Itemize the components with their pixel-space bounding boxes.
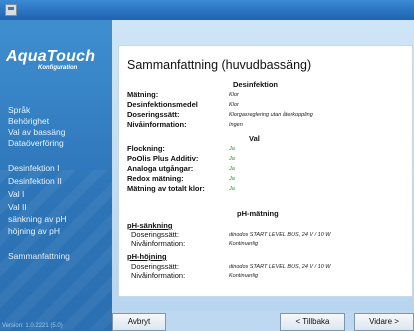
summary-value: Ingen [229, 122, 243, 128]
version-label: Version: 1.0.2221 (5.0) [2, 323, 63, 329]
sidebar-item-val-1[interactable]: Val I [8, 189, 24, 200]
summary-label: Doseringssätt: [131, 230, 179, 239]
summary-label: Doseringssätt: [131, 262, 179, 271]
logo-subtitle: Konfiguration [38, 65, 78, 71]
summary-value: Kontinuerlig [229, 273, 259, 279]
summary-value: Ja [229, 166, 235, 172]
sidebar-item-desinfektion-2[interactable]: Desinfektion II [8, 176, 62, 187]
summary-label: Redox mätning: [127, 174, 184, 183]
logo: AquaTouch Konfiguration [6, 48, 96, 71]
summary-value: Klorgasreglering utan återkoppling [229, 112, 313, 118]
page-title: Sammanfattning (huvudbassäng) [127, 58, 312, 72]
sidebar-item-hojning-ph[interactable]: höjning av pH [8, 226, 60, 237]
back-button[interactable]: < Tillbaka [280, 313, 345, 331]
summary-label: Flockning: [127, 144, 165, 153]
sidebar-item-sprak[interactable]: Språk [8, 105, 30, 116]
cancel-button[interactable]: Avbryt [112, 313, 166, 331]
summary-label: Mätning av totalt klor: [127, 184, 205, 193]
summary-label: Analoga utgångar: [127, 164, 194, 173]
summary-label: Nivåinformation: [131, 271, 186, 280]
logo-text: AquaTouch [6, 48, 96, 65]
summary-value: Ja [229, 156, 235, 162]
subheading-ph-hojning: pH-höjning [127, 252, 167, 261]
summary-label: Nivåinformation: [127, 120, 187, 129]
summary-value: Klor [229, 102, 239, 108]
summary-label: PoOlis Plus Additiv: [127, 154, 199, 163]
next-button[interactable]: Vidare > [354, 313, 414, 331]
summary-value: Ja [229, 186, 235, 192]
summary-value: Ja [229, 176, 235, 182]
summary-value: dinodos START LEVEL BUS, 24 V / 10 W [229, 232, 331, 238]
section-heading-val: Val [249, 134, 260, 143]
summary-panel: Sammanfattning (huvudbassäng) Desinfekti… [118, 45, 413, 297]
section-heading-ph-matning: pH-mätning [237, 209, 279, 218]
sidebar-item-sankning-ph[interactable]: sänkning av pH [8, 214, 67, 225]
summary-label: Desinfektionsmedel [127, 100, 198, 109]
summary-value: Klor [229, 92, 239, 98]
sidebar-item-desinfektion-1[interactable]: Desinfektion I [8, 163, 60, 174]
sidebar-item-val-2[interactable]: Val II [8, 202, 27, 213]
sidebar-item-dataoverforing[interactable]: Dataöverföring [8, 138, 64, 149]
summary-label: Nivåinformation: [131, 239, 186, 248]
section-heading-desinfektion: Desinfektion [233, 80, 279, 89]
summary-value: Ja [229, 146, 235, 152]
summary-label: Doseringssätt: [127, 110, 180, 119]
sidebar-item-behorighet[interactable]: Behörighet [8, 116, 49, 127]
summary-value: dinodos START LEVEL BUS, 24 V / 10 W [229, 264, 331, 270]
subheading-ph-sankning: pH-sänkning [127, 221, 173, 230]
app-icon[interactable] [5, 4, 17, 16]
summary-value: Kontinuerlig [229, 241, 259, 247]
window-titlebar[interactable] [0, 0, 414, 20]
sidebar-item-sammanfattning[interactable]: Sammanfattning [8, 251, 70, 262]
summary-label: Mätning: [127, 90, 159, 99]
sidebar-item-val-av-bassang[interactable]: Val av bassäng [8, 127, 66, 138]
